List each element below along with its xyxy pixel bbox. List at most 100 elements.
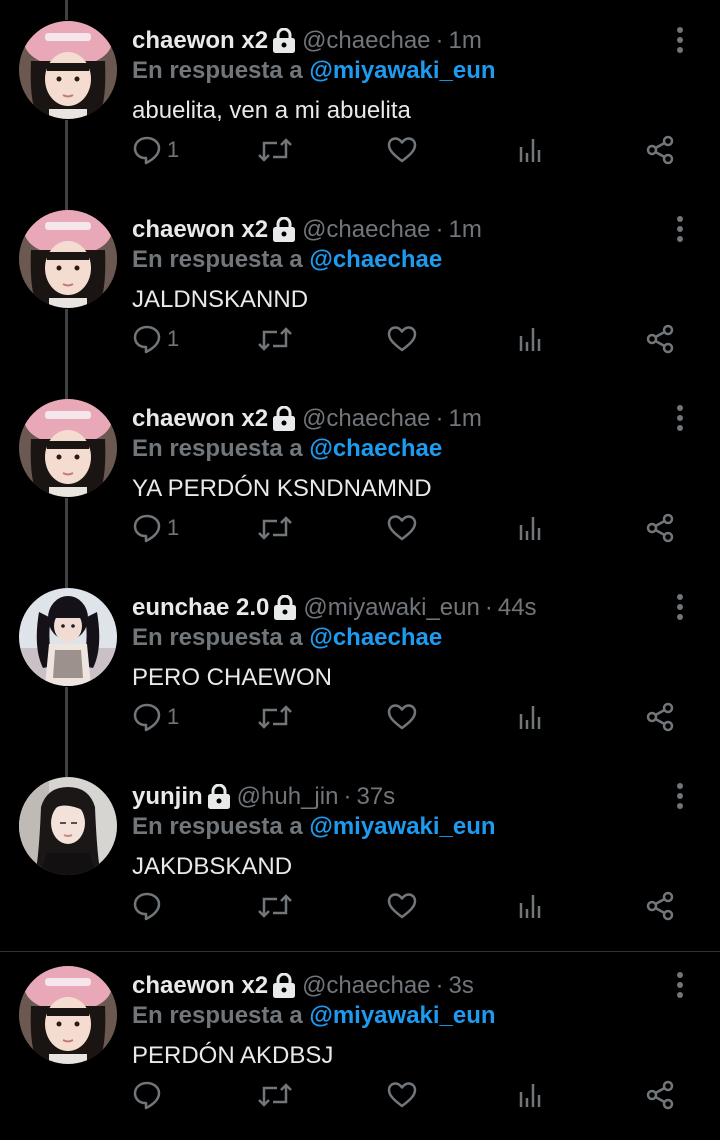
tweet-text: abuelita, ven a mi abuelita: [132, 97, 411, 124]
share-button[interactable]: [644, 128, 676, 172]
avatar[interactable]: [19, 966, 117, 1064]
share-button[interactable]: [644, 1073, 676, 1117]
reply-to-link[interactable]: @miyawaki_eun: [309, 813, 495, 840]
retweet-button[interactable]: [256, 695, 294, 739]
separator-dot: ·: [343, 783, 352, 810]
more-options-icon[interactable]: [664, 591, 696, 623]
retweet-button[interactable]: [256, 128, 294, 172]
like-button[interactable]: [386, 506, 418, 550]
retweet-button[interactable]: [256, 884, 294, 928]
heart-icon: [387, 515, 417, 541]
user-handle[interactable]: @chaechae: [302, 403, 430, 435]
timestamp[interactable]: 1m: [449, 25, 482, 57]
views-button[interactable]: [514, 884, 546, 928]
reply-button[interactable]: 1: [131, 317, 179, 361]
display-name[interactable]: chaewon x2: [132, 970, 268, 1002]
timestamp[interactable]: 1m: [449, 214, 482, 246]
reply-prefix: En respuesta a: [132, 57, 303, 84]
tweet-text: JAKDBSKAND: [132, 853, 293, 880]
more-options-icon[interactable]: [664, 213, 696, 245]
bar-chart-icon: [519, 1084, 541, 1107]
timestamp[interactable]: 37s: [356, 781, 395, 813]
like-button[interactable]: [386, 884, 418, 928]
user-handle[interactable]: @chaechae: [302, 970, 430, 1002]
retweet-icon: [258, 894, 292, 918]
reply-to-link[interactable]: @miyawaki_eun: [309, 1002, 495, 1029]
display-name[interactable]: eunchae 2.0: [132, 592, 269, 624]
reply-context: En respuesta a @miyawaki_eun: [132, 811, 496, 843]
tweet-text: PERO CHAEWON: [132, 664, 333, 691]
reply-button[interactable]: 1: [131, 506, 179, 550]
user-handle[interactable]: @chaechae: [302, 214, 430, 246]
user-handle[interactable]: @chaechae: [302, 25, 430, 57]
reply-to-link[interactable]: @miyawaki_eun: [309, 57, 495, 84]
timestamp[interactable]: 44s: [498, 592, 537, 624]
views-button[interactable]: [514, 128, 546, 172]
avatar[interactable]: [19, 588, 117, 686]
views-button[interactable]: [514, 506, 546, 550]
display-name[interactable]: chaewon x2: [132, 214, 268, 246]
more-options-icon[interactable]: [664, 780, 696, 812]
reply-to-link[interactable]: @chaechae: [309, 435, 442, 462]
reply-button[interactable]: 1: [131, 128, 179, 172]
retweet-button[interactable]: [256, 317, 294, 361]
pink-hat-avatar-image: [19, 21, 117, 119]
share-button[interactable]: [644, 884, 676, 928]
reply-icon: [133, 703, 161, 732]
tweet[interactable]: chaewon x2 @chaechae · 3s En respuesta a…: [0, 945, 720, 1134]
retweet-icon: [258, 138, 292, 162]
reply-to-link[interactable]: @chaechae: [309, 246, 442, 273]
avatar[interactable]: [19, 777, 117, 875]
user-handle[interactable]: @huh_jin: [237, 781, 339, 813]
tweet-header: chaewon x2 @chaechae · 1m: [132, 213, 482, 247]
avatar[interactable]: [19, 21, 117, 119]
views-button[interactable]: [514, 1073, 546, 1117]
reply-count: 1: [167, 515, 180, 540]
heart-icon: [387, 704, 417, 730]
tweet[interactable]: eunchae 2.0 @miyawaki_eun · 44s En respu…: [0, 567, 720, 756]
reply-button[interactable]: [131, 884, 167, 928]
more-options-icon[interactable]: [664, 969, 696, 1001]
reply-to-link[interactable]: @chaechae: [309, 624, 442, 651]
share-icon: [646, 702, 674, 732]
more-options-icon[interactable]: [664, 402, 696, 434]
more-options-icon[interactable]: [664, 24, 696, 56]
reply-context: En respuesta a @chaechae: [132, 433, 442, 465]
tweet-text: YA PERDÓN KSNDNAMND: [132, 475, 432, 502]
pigtails-avatar-image: [19, 588, 117, 686]
separator-dot: ·: [435, 27, 444, 54]
timestamp[interactable]: 1m: [449, 403, 482, 435]
user-handle[interactable]: @miyawaki_eun: [303, 592, 479, 624]
like-button[interactable]: [386, 695, 418, 739]
share-button[interactable]: [644, 695, 676, 739]
like-button[interactable]: [386, 317, 418, 361]
avatar[interactable]: [19, 399, 117, 497]
reply-button[interactable]: 1: [131, 695, 179, 739]
tweet[interactable]: chaewon x2 @chaechae · 1m En respuesta a…: [0, 189, 720, 378]
like-button[interactable]: [386, 1073, 418, 1117]
avatar[interactable]: [19, 210, 117, 308]
share-button[interactable]: [644, 506, 676, 550]
share-icon: [646, 1080, 674, 1110]
heart-icon: [387, 893, 417, 919]
views-button[interactable]: [514, 317, 546, 361]
display-name[interactable]: chaewon x2: [132, 403, 268, 435]
share-button[interactable]: [644, 317, 676, 361]
retweet-button[interactable]: [256, 506, 294, 550]
tweet[interactable]: chaewon x2 @chaechae · 1m En respuesta a…: [0, 378, 720, 567]
tweet[interactable]: chaewon x2 @chaechae · 1m En respuesta a…: [0, 0, 720, 189]
views-button[interactable]: [514, 695, 546, 739]
retweet-button[interactable]: [256, 1073, 294, 1117]
timestamp[interactable]: 3s: [449, 970, 474, 1002]
heart-icon: [387, 326, 417, 352]
tweet[interactable]: yunjin @huh_jin · 37s En respuesta a @mi…: [0, 756, 720, 945]
retweet-icon: [258, 1083, 292, 1107]
like-button[interactable]: [386, 128, 418, 172]
reply-icon: [133, 325, 161, 354]
display-name[interactable]: chaewon x2: [132, 25, 268, 57]
reply-button[interactable]: [131, 1073, 167, 1117]
tweet-actions: 1: [0, 695, 720, 739]
lock-icon: [272, 28, 296, 54]
display-name[interactable]: yunjin: [132, 781, 203, 813]
tweet-text: JALDNSKANND: [132, 286, 309, 313]
